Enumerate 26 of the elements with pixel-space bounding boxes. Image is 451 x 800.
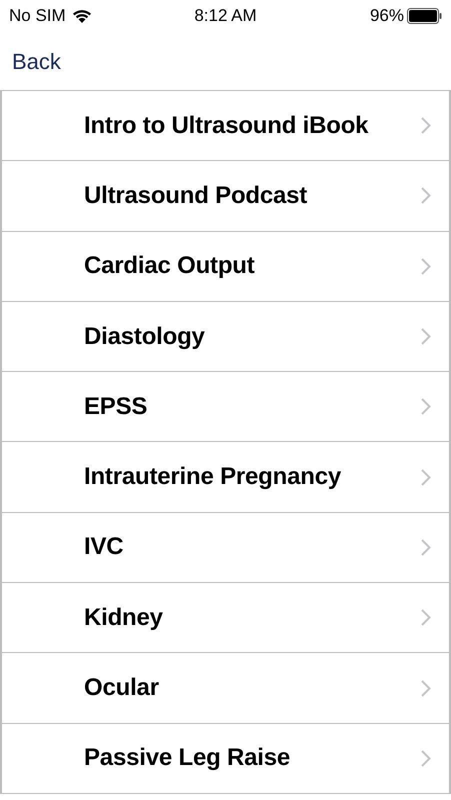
- chevron-icon: [421, 398, 431, 416]
- chevron-icon: [421, 328, 431, 346]
- list-item[interactable]: Cardiac Output: [0, 232, 451, 302]
- clock-time: 8:12 AM: [194, 5, 257, 28]
- chevron-icon: [421, 117, 431, 134]
- carrier-label: No SIM: [9, 5, 66, 28]
- chevron-icon: [421, 750, 431, 767]
- chevron-icon: [421, 538, 431, 556]
- chevron-icon: [421, 609, 431, 626]
- list-item[interactable]: Intro to Ultrasound iBook: [0, 91, 451, 162]
- wifi-icon: [72, 8, 92, 24]
- list-item[interactable]: Intrauterine Pregnancy: [0, 442, 451, 513]
- list-item[interactable]: Diastology: [0, 302, 451, 372]
- list-item[interactable]: Ultrasound Podcast: [0, 161, 451, 232]
- list-item[interactable]: EPSS: [0, 372, 451, 442]
- chevron-icon: [421, 187, 431, 204]
- list-item[interactable]: Ocular: [0, 653, 451, 724]
- chevron-icon: [421, 258, 431, 275]
- chevron-icon: [421, 468, 431, 486]
- chevron-icon: [421, 680, 431, 697]
- list-item[interactable]: Kidney: [0, 583, 451, 654]
- battery-icon: [407, 8, 442, 24]
- battery-percentage: 96%: [370, 5, 404, 28]
- list-item[interactable]: IVC: [0, 512, 451, 584]
- list-item[interactable]: Passive Leg Raise: [0, 724, 451, 794]
- back-button[interactable]: Back: [12, 44, 61, 78]
